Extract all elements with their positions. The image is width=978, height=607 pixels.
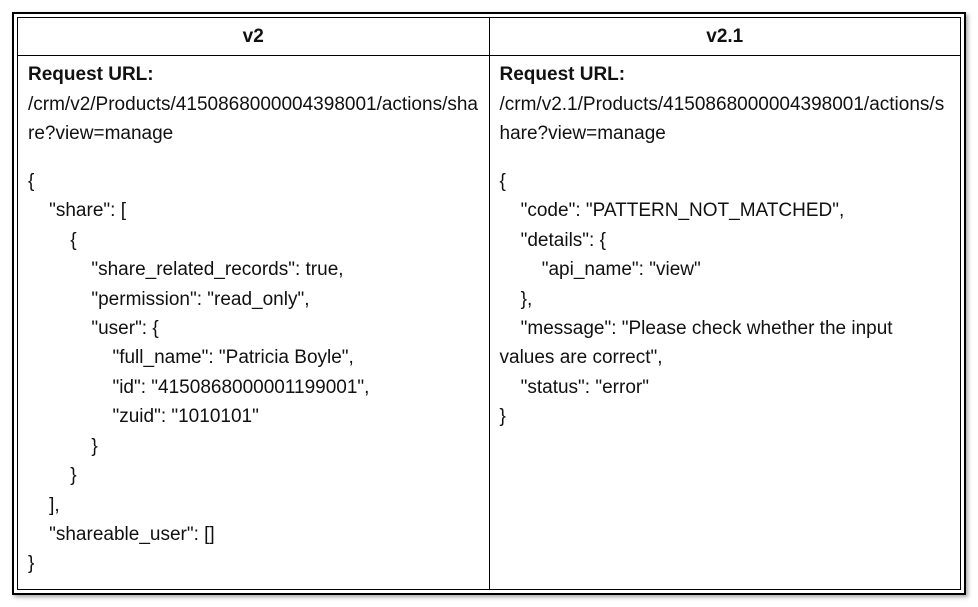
comparison-container: v2 v2.1 Request URL: /crm/v2/Products/41…	[12, 12, 966, 595]
comparison-table: v2 v2.1 Request URL: /crm/v2/Products/41…	[17, 17, 961, 590]
column-header-v21: v2.1	[489, 18, 961, 56]
cell-v2: Request URL: /crm/v2/Products/4150868000…	[18, 56, 490, 589]
request-url-value-v21: /crm/v2.1/Products/4150868000004398001/a…	[500, 90, 951, 149]
request-url-label: Request URL:	[28, 64, 154, 85]
request-url-value-v2: /crm/v2/Products/4150868000004398001/act…	[28, 90, 479, 149]
response-body-v2: { "share": [ { "share_related_records": …	[28, 167, 479, 579]
response-body-v21: { "code": "PATTERN_NOT_MATCHED", "detail…	[500, 167, 951, 432]
column-header-v2: v2	[18, 18, 490, 56]
request-url-label: Request URL:	[500, 64, 626, 85]
cell-v21: Request URL: /crm/v2.1/Products/41508680…	[489, 56, 961, 589]
